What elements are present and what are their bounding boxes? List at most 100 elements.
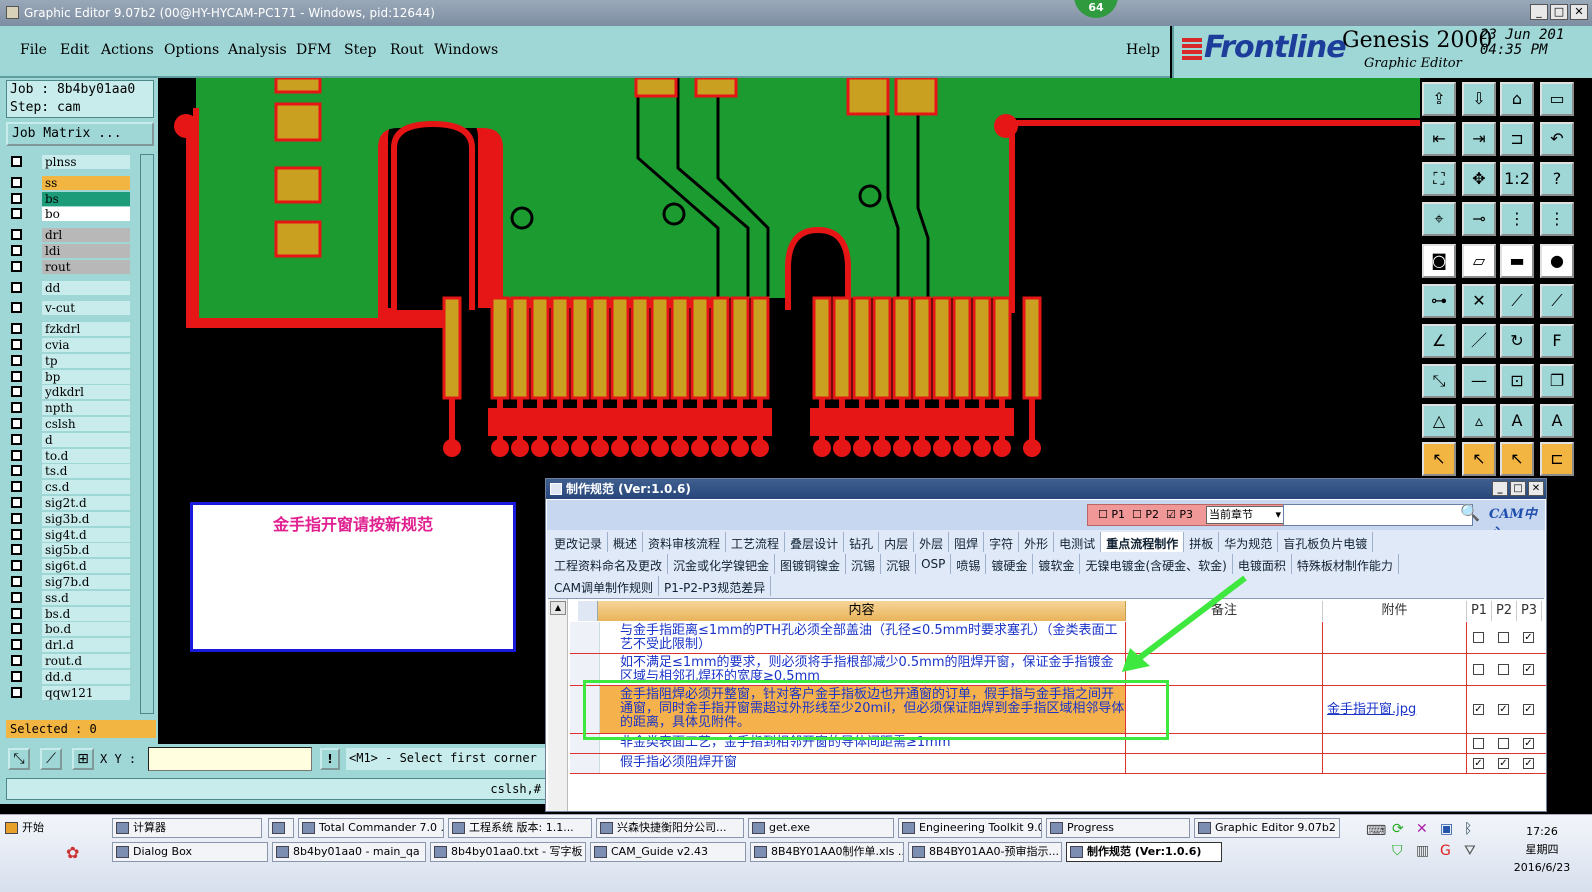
line-node-icon[interactable]: ⟋ xyxy=(1500,284,1534,318)
chapter-tab[interactable]: 外形 xyxy=(1019,532,1055,552)
layer-row[interactable]: plnss xyxy=(8,154,134,170)
layer-name[interactable]: bp xyxy=(42,369,130,384)
layer-name[interactable]: sig4t.d xyxy=(42,527,130,542)
layer-checkbox[interactable] xyxy=(11,449,22,461)
priority-checkbox-p1[interactable] xyxy=(1473,738,1484,749)
layer-name[interactable]: dd xyxy=(42,280,130,295)
layer-name[interactable]: bo xyxy=(42,207,130,222)
layer-name[interactable]: sig7b.d xyxy=(42,574,130,589)
chapter-tab[interactable]: 图镀铜镍金 xyxy=(775,554,847,574)
layer-row[interactable]: bo.d xyxy=(8,621,134,637)
refresh-icon[interactable]: ⟳ xyxy=(1392,821,1404,837)
filter-p1[interactable]: ☐ P1 xyxy=(1098,508,1125,521)
chapter-tab[interactable]: 拼板 xyxy=(1184,532,1220,552)
center-icon[interactable]: ✥ xyxy=(1462,162,1496,196)
pad-icon[interactable]: ◙ xyxy=(1422,244,1456,278)
network-icon[interactable]: ⛛ xyxy=(1464,843,1476,859)
taskbar-button[interactable] xyxy=(268,818,294,838)
taskbar-button[interactable]: Total Commander 7.0 ... xyxy=(298,818,444,838)
taskbar-button[interactable]: Dialog Box xyxy=(112,842,268,862)
scope-select[interactable]: 当前章节 ▾ xyxy=(1206,506,1284,524)
layer-checkbox[interactable] xyxy=(11,402,22,414)
layer-name[interactable]: cs.d xyxy=(42,480,130,495)
layer-checkbox[interactable] xyxy=(11,323,22,335)
chapter-tab[interactable]: 工程资料命名及更改 xyxy=(549,554,669,574)
route-icon[interactable]: ⊏ xyxy=(1540,442,1574,476)
alert-icon[interactable]: ! xyxy=(320,748,340,770)
menu-options[interactable]: Options xyxy=(164,42,219,58)
layer-checkbox[interactable] xyxy=(11,354,22,366)
taskbar-button[interactable]: Engineering Toolkit 9.0... xyxy=(898,818,1042,838)
chapter-tab[interactable]: 工艺流程 xyxy=(726,532,786,552)
layer-checkbox[interactable] xyxy=(11,560,22,572)
layer-row[interactable]: sig5b.d xyxy=(8,542,134,558)
layer-name[interactable]: ts.d xyxy=(42,464,130,479)
content-cell[interactable]: 假手指必须阻焊开窗 xyxy=(600,754,1126,773)
chapter-tab[interactable]: 资料审核流程 xyxy=(643,532,727,552)
attachment-link[interactable] xyxy=(1323,754,1467,773)
menu-edit[interactable]: Edit xyxy=(60,42,89,58)
layer-row[interactable]: rout.d xyxy=(8,653,134,669)
layer-checkbox[interactable] xyxy=(11,176,22,188)
triangle-outline-icon[interactable]: ▵ xyxy=(1462,404,1496,438)
close-icon[interactable]: ✕ xyxy=(1528,481,1544,496)
pan-right-icon[interactable]: ⇥ xyxy=(1462,122,1496,156)
col-p1[interactable]: P1 xyxy=(1467,601,1492,621)
xy-input[interactable] xyxy=(148,747,312,771)
scroll-up-icon[interactable]: ▲ xyxy=(550,601,566,615)
layer-row[interactable]: cslsh xyxy=(8,416,134,432)
table-scrollbar[interactable]: ▲ xyxy=(548,599,568,811)
note-cell[interactable] xyxy=(1126,754,1323,773)
chapter-tab[interactable]: 沉银 xyxy=(881,554,917,574)
layer-name[interactable]: d xyxy=(42,432,130,447)
job-matrix-button[interactable]: Job Matrix ... xyxy=(6,122,154,146)
chapter-tab[interactable]: 沉锡 xyxy=(846,554,882,574)
copy-icon[interactable]: ❐ xyxy=(1540,364,1574,398)
layer-row[interactable]: sig6t.d xyxy=(8,558,134,574)
chapter-tab[interactable]: OSP xyxy=(916,554,952,574)
layer-row[interactable]: sig7b.d xyxy=(8,574,134,590)
import-icon[interactable]: ⇪ xyxy=(1422,82,1456,116)
minimize-icon[interactable]: _ xyxy=(1530,4,1548,20)
taskbar-button[interactable]: 兴森快捷衡阳分公司... xyxy=(596,818,744,838)
layer-name[interactable]: sig6t.d xyxy=(42,559,130,574)
chapter-tab[interactable]: 喷锡 xyxy=(951,554,987,574)
attachment-link[interactable] xyxy=(1323,622,1467,653)
attachment-link[interactable] xyxy=(1323,734,1467,753)
search-icon[interactable]: 🔍 xyxy=(1459,503,1481,525)
priority-checkbox-p1[interactable]: ✓ xyxy=(1473,704,1484,715)
layer-checkbox[interactable] xyxy=(11,544,22,556)
net-highlight-icon[interactable]: ⋮ xyxy=(1540,202,1574,236)
layer-checkbox[interactable] xyxy=(11,575,22,587)
layer-row[interactable]: fzkdrl xyxy=(8,321,134,337)
chapter-tab[interactable]: P1-P2-P3规范差异 xyxy=(659,576,772,596)
monitor-icon[interactable]: ▣ xyxy=(1440,821,1453,837)
pointer-icon[interactable]: ↖ xyxy=(1422,442,1456,476)
layer-row[interactable]: sig2t.d xyxy=(8,495,134,511)
chapter-tab[interactable]: 特殊板材制作能力 xyxy=(1292,554,1399,574)
layer-checkbox[interactable] xyxy=(11,338,22,350)
layer-checkbox[interactable] xyxy=(11,465,22,477)
attachment-link[interactable]: 金手指开窗.jpg xyxy=(1323,686,1467,733)
layer-row[interactable]: sig3b.d xyxy=(8,511,134,527)
chapter-tab[interactable]: 盲孔板负片电镀 xyxy=(1278,532,1374,552)
layer-checkbox[interactable] xyxy=(11,654,22,666)
select-box-icon[interactable]: ↖ xyxy=(1500,442,1534,476)
menu-dfm[interactable]: DFM xyxy=(296,42,331,58)
layer-name[interactable]: cvia xyxy=(42,337,130,352)
maximize-icon[interactable]: □ xyxy=(1510,481,1526,496)
chapter-tab[interactable]: 钻孔 xyxy=(844,532,880,552)
zoom-area-icon[interactable]: ⤡ xyxy=(8,748,30,770)
taskbar-button[interactable]: Graphic Editor 9.07b2 ... xyxy=(1194,818,1340,838)
chapter-tab[interactable]: 更改记录 xyxy=(549,532,609,552)
menu-windows[interactable]: Windows xyxy=(434,42,498,58)
chapter-tab[interactable]: 沉金或化学镍钯金 xyxy=(668,554,776,574)
layer-checkbox[interactable] xyxy=(11,260,22,272)
layer-checkbox[interactable] xyxy=(11,281,22,293)
zoom-prev-icon[interactable]: ↶ xyxy=(1540,122,1574,156)
layer-row[interactable]: ss xyxy=(8,175,134,191)
pcb-canvas[interactable] xyxy=(158,78,1420,478)
layer-row[interactable]: npth xyxy=(8,400,134,416)
line-icon[interactable]: — xyxy=(1462,364,1496,398)
taskbar-button[interactable]: 制作规范 (Ver:1.0.6) xyxy=(1066,842,1222,862)
